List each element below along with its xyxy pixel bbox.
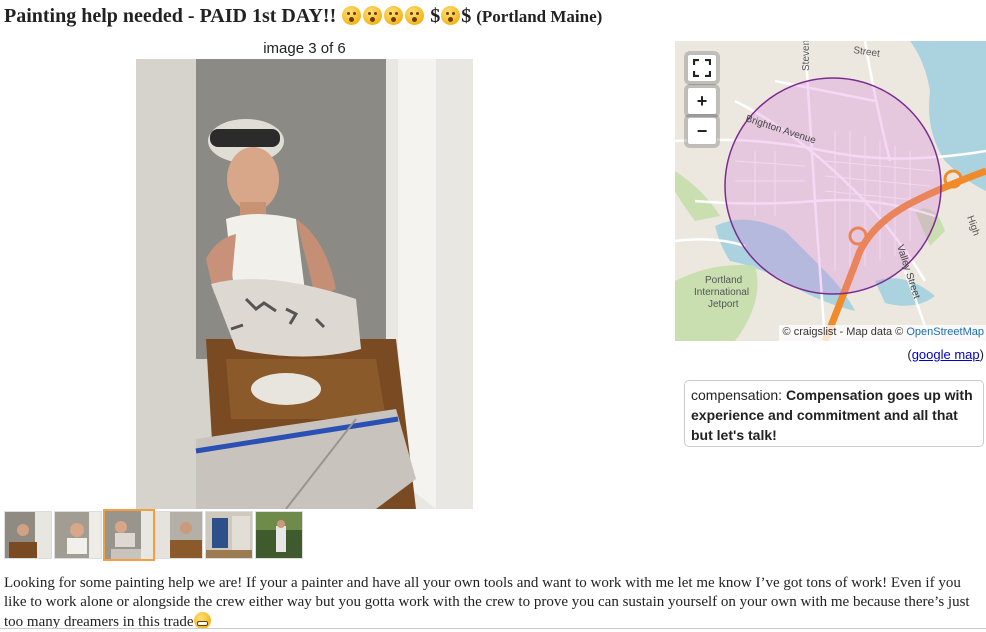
thumbnail-3-selected[interactable] [103, 509, 155, 561]
fullscreen-icon [693, 59, 711, 77]
location-map[interactable]: Stevens Street Brighton Avenue Valley St… [675, 41, 986, 341]
hushed-face-emoji-icon [384, 6, 404, 25]
hushed-face-emoji-icon [441, 6, 461, 25]
compensation-attribute: compensation: Compensation goes up with … [684, 380, 984, 447]
thumbnail-2[interactable] [54, 511, 102, 559]
posting-location: (Portland Maine) [476, 7, 603, 26]
map-label-international: International [694, 287, 749, 298]
compensation-label: compensation: [691, 387, 786, 403]
map-label-portland: Portland [705, 275, 742, 286]
hushed-face-emoji-icon [363, 6, 383, 25]
map-label-stevens: Stevens [801, 41, 812, 71]
fullscreen-button[interactable] [687, 54, 717, 82]
thumbnail-5[interactable] [205, 511, 253, 559]
grimacing-face-emoji-icon [193, 612, 211, 629]
thumbnail-1[interactable] [4, 511, 52, 559]
main-gallery-image[interactable] [136, 59, 473, 509]
title-dollar-right: $ [461, 5, 472, 27]
map-attribution: © craigslist - Map data © OpenStreetMap [778, 325, 986, 341]
title-dollar-left: $ [430, 5, 441, 27]
openstreetmap-link[interactable]: OpenStreetMap [906, 326, 984, 338]
posting-title: Painting help needed - PAID 1st DAY!! $ $… [4, 3, 602, 30]
hushed-face-emoji-icon [405, 6, 425, 25]
hushed-face-emoji-icon [342, 6, 362, 25]
divider [0, 628, 986, 629]
zoom-out-button[interactable]: − [687, 117, 717, 145]
image-counter: image 3 of 6 [263, 40, 346, 57]
map-label-jetport: Jetport [708, 299, 739, 310]
map-attribution-text: © craigslist - Map data © [782, 326, 904, 338]
zoom-in-button[interactable]: + [687, 87, 717, 115]
thumbnail-6[interactable] [255, 511, 303, 559]
painter-photo [136, 59, 473, 509]
thumbnail-4[interactable] [155, 511, 203, 559]
posting-body: Looking for some painting help we are! I… [4, 574, 986, 632]
google-map-link[interactable]: google map [912, 347, 980, 362]
posting-title-text: Painting help needed - PAID 1st DAY!! [4, 5, 337, 27]
google-map-close-paren: ) [979, 347, 984, 362]
map-tiles: Stevens Street Brighton Avenue Valley St… [675, 41, 986, 341]
posting-body-text: Looking for some painting help we are! I… [4, 575, 970, 630]
google-map-container: (google map) [907, 347, 984, 362]
